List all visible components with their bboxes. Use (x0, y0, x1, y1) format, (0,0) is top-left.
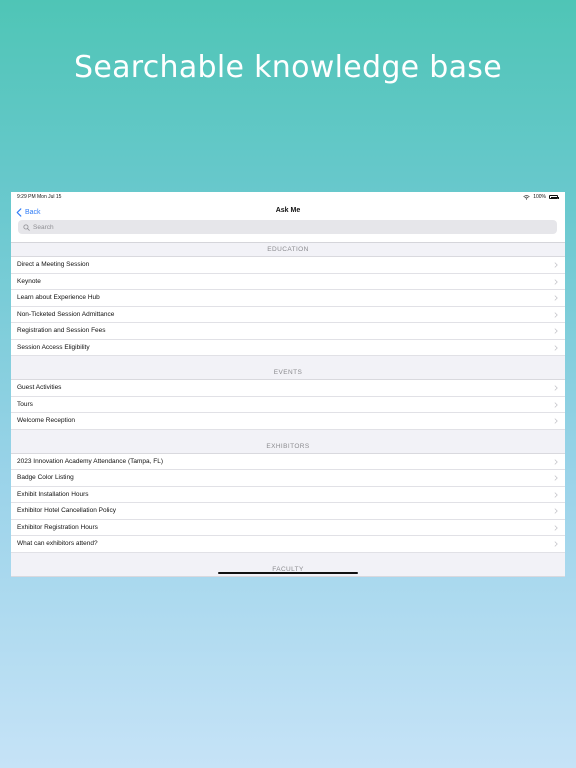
list-item-label: Welcome Reception (17, 417, 76, 424)
knowledge-list: EDUCATION Direct a Meeting Session Keyno… (11, 243, 565, 577)
search-input[interactable]: Search (18, 220, 557, 234)
list-item[interactable]: Tours (11, 396, 565, 413)
status-right: 100% (523, 194, 559, 200)
list-item-label: Guest Activities (17, 384, 62, 391)
list-item[interactable]: Session Access Eligibility (11, 339, 565, 356)
chevron-right-icon (554, 401, 558, 408)
chevron-right-icon (554, 475, 558, 481)
chevron-right-icon (554, 295, 558, 301)
list-item[interactable]: Keynote (11, 273, 565, 290)
list-item[interactable]: Learn about Experience Hub (11, 290, 565, 307)
marketing-headline: Searchable knowledge base (74, 50, 502, 85)
list-item-label: Badge Color Listing (17, 474, 74, 481)
status-time: 9:29 PM Mon Jul 15 (17, 194, 62, 200)
chevron-right-icon (554, 278, 558, 285)
list-item[interactable]: What can exhibitors attend? (11, 536, 565, 553)
list-item-label: Non-Ticketed Session Admittance (17, 310, 115, 318)
list-item[interactable]: Welcome Reception (11, 413, 565, 430)
battery-icon (549, 195, 559, 199)
list-item-label: Keynote (17, 277, 41, 285)
navigation-bar: Back Ask Me Search (11, 202, 565, 243)
chevron-right-icon (554, 311, 558, 318)
list-item-label: What can exhibitors attend? (17, 540, 98, 547)
list-item-label: Session Access Eligibility (17, 343, 90, 351)
chevron-right-icon (554, 524, 558, 531)
list-item[interactable]: Non-Ticketed Session Admittance (11, 306, 565, 323)
list-item-label: Direct a Meeting Session (17, 261, 90, 268)
chevron-right-icon (554, 328, 558, 334)
list-item-label: 2023 Innovation Academy Attendance (Tamp… (17, 457, 163, 465)
status-bar: 9:29 PM Mon Jul 15 100% (11, 192, 565, 202)
search-icon (23, 223, 30, 231)
list-item[interactable]: Registration and Session Fees (11, 323, 565, 340)
list-item[interactable]: Guest Activities (11, 380, 565, 397)
wifi-icon (523, 194, 530, 200)
list-item[interactable]: 2023 Innovation Academy Attendance (Tamp… (11, 453, 565, 470)
page-title: Ask Me (275, 207, 301, 214)
section-header-education: EDUCATION (11, 243, 565, 257)
list-item[interactable]: Badge Color Listing (11, 470, 565, 487)
list-item[interactable]: Direct a Meeting Session (11, 257, 565, 274)
list-item-label: Exhibitor Hotel Cancellation Policy (17, 507, 116, 514)
home-indicator[interactable] (218, 572, 358, 574)
chevron-right-icon (554, 262, 558, 268)
chevron-right-icon (554, 418, 558, 424)
list-item[interactable]: Exhibitor Hotel Cancellation Policy (11, 503, 565, 520)
chevron-right-icon (554, 344, 558, 351)
list-item[interactable]: Exhibit Installation Hours (11, 486, 565, 503)
search-placeholder: Search (33, 223, 54, 231)
app-screen: 9:29 PM Mon Jul 15 100% Back Ask Me Sear… (11, 192, 565, 577)
list-item-label: Learn about Experience Hub (17, 294, 100, 301)
section-header-exhibitors: EXHIBITORS (11, 440, 565, 454)
list-item[interactable]: Exhibitor Registration Hours (11, 519, 565, 536)
chevron-right-icon (554, 508, 558, 514)
chevron-right-icon (554, 491, 558, 498)
chevron-right-icon (554, 385, 558, 391)
chevron-right-icon (554, 541, 558, 547)
list-item-label: Exhibit Installation Hours (17, 490, 89, 498)
section-header-faculty: FACULTY (11, 563, 565, 577)
battery-percent: 100% (533, 194, 546, 200)
section-header-events: EVENTS (11, 366, 565, 380)
list-item-label: Tours (17, 400, 33, 408)
list-item-label: Exhibitor Registration Hours (17, 523, 98, 531)
chevron-right-icon (554, 458, 558, 465)
list-item-label: Registration and Session Fees (17, 327, 106, 334)
